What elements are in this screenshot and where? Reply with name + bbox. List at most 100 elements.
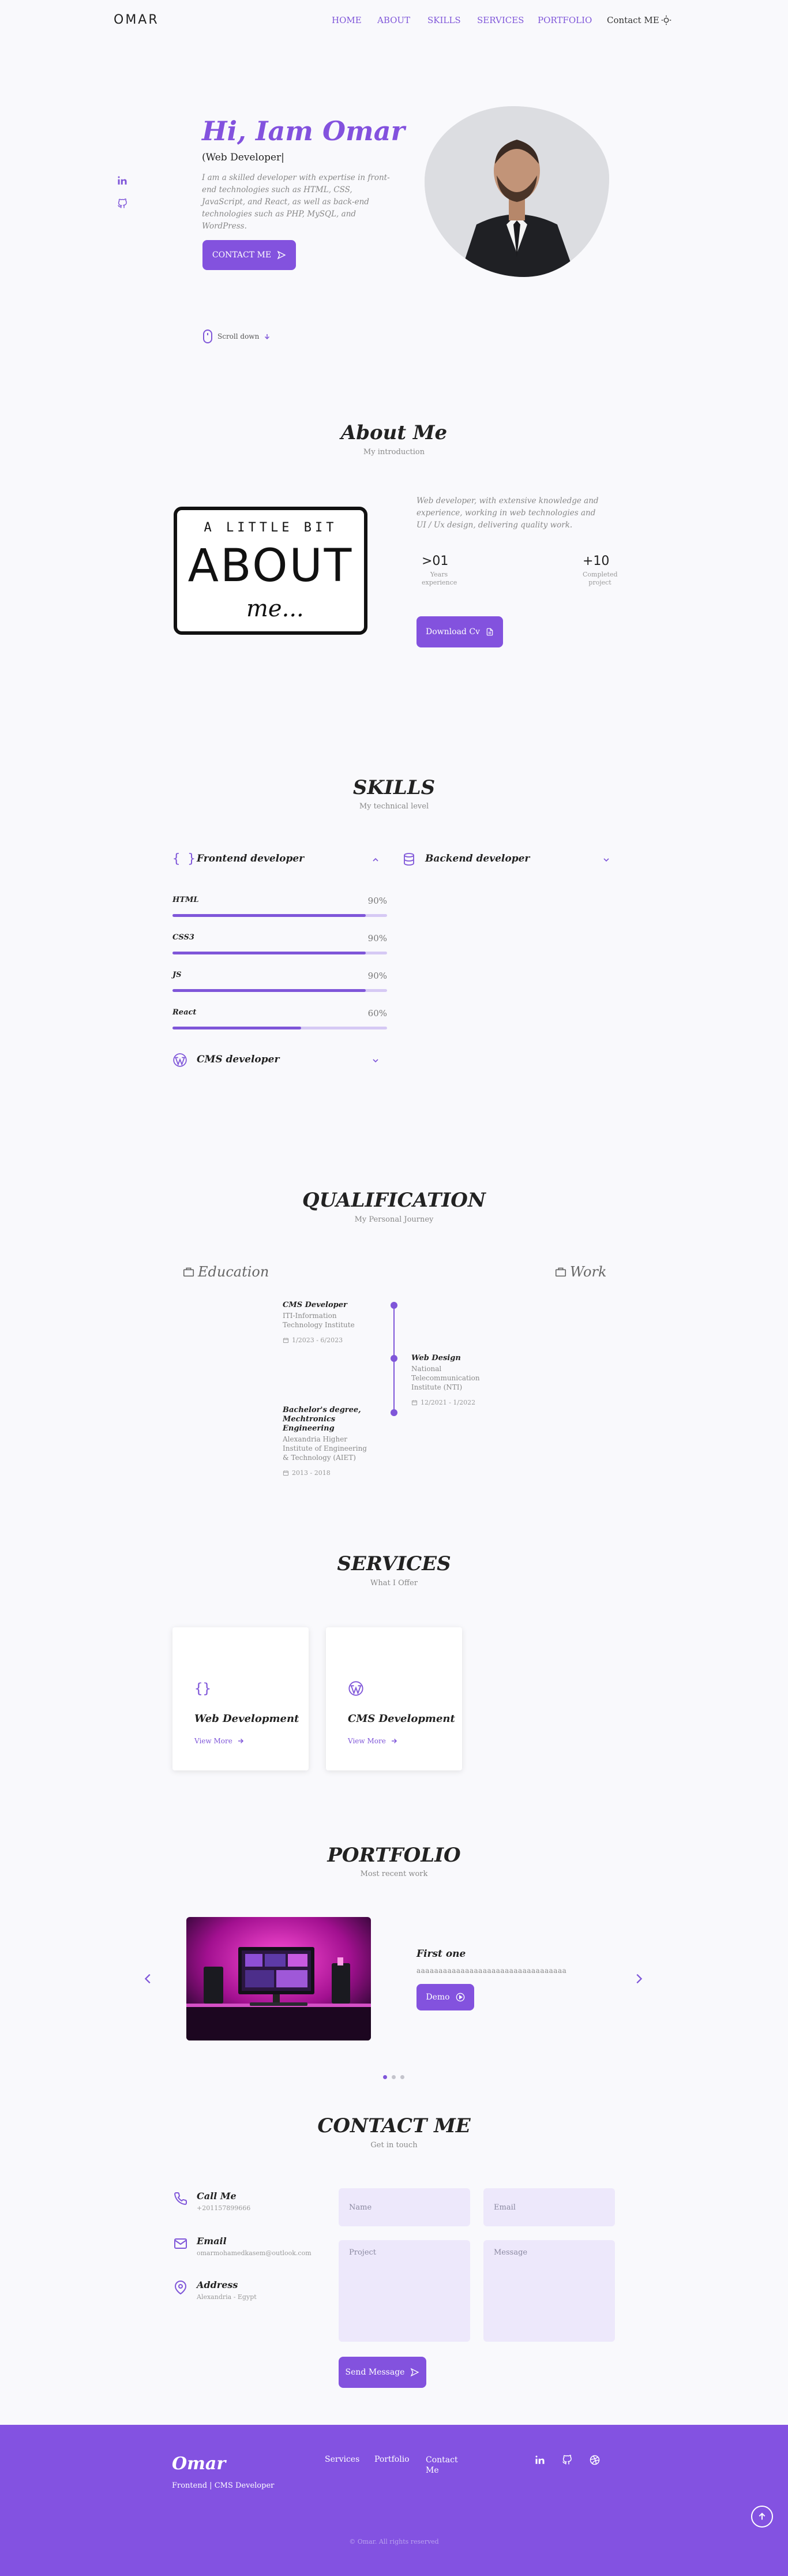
skill-bar xyxy=(172,914,387,917)
footer-link-services[interactable]: Services xyxy=(325,2455,359,2464)
calendar-icon xyxy=(283,1470,289,1476)
scroll-down-label: Scroll down xyxy=(217,332,260,340)
message-field[interactable] xyxy=(483,2240,615,2342)
contact-address-value: Alexandria - Egypt xyxy=(197,2293,257,2301)
contact-email-value[interactable]: omarmohamedkasem@outlook.com xyxy=(197,2249,312,2257)
footer: Omar Frontend | CMS Developer Services P… xyxy=(0,2425,788,2576)
chevron-down-icon[interactable] xyxy=(371,1056,380,1065)
project-title: First one xyxy=(416,1948,466,1960)
name-field[interactable] xyxy=(339,2188,470,2226)
name-input[interactable] xyxy=(339,2188,470,2226)
skills-subtitle: My technical level xyxy=(359,802,429,811)
carousel-next-button[interactable] xyxy=(632,1970,645,1987)
portrait-image xyxy=(425,106,609,277)
social-github-icon[interactable] xyxy=(117,199,127,209)
nav-contact[interactable]: Contact ME xyxy=(607,15,659,25)
skill-group-frontend-title: Frontend developer xyxy=(197,853,305,864)
view-more-link[interactable]: View More xyxy=(194,1737,244,1745)
entry-date-text: 1/2023 - 6/2023 xyxy=(292,1336,343,1344)
carousel-prev-button[interactable] xyxy=(142,1970,155,1987)
skill-percent: 60% xyxy=(367,1008,387,1019)
skill-percent: 90% xyxy=(367,971,387,981)
qualification-entry: CMS Developer ITI-Information Technology… xyxy=(283,1301,369,1344)
graduation-cap-icon xyxy=(183,1267,194,1277)
nav-about[interactable]: ABOUT xyxy=(377,15,410,25)
chevron-up-icon[interactable] xyxy=(371,855,380,864)
theme-toggle-icon[interactable] xyxy=(661,15,671,25)
portfolio-subtitle: Most recent work xyxy=(360,1870,428,1878)
tab-education-label: Education xyxy=(198,1264,269,1280)
email-input[interactable] xyxy=(483,2188,615,2226)
nav-portfolio[interactable]: PORTFOLIO xyxy=(538,15,592,25)
download-cv-label: Download Cv xyxy=(426,627,480,636)
about-subtitle: My introduction xyxy=(363,448,425,456)
arrow-right-icon xyxy=(238,1738,243,1744)
project-description: aaaaaaaaaaaaaaaaaaaaaaaaaaaaaaaaaa xyxy=(416,1967,567,1975)
carousel-dot[interactable] xyxy=(400,2075,404,2079)
footer-link-contact[interactable]: Contact Me xyxy=(426,2455,460,2476)
portfolio-title: PORTFOLIO xyxy=(327,1844,461,1867)
about-image-line3: me... xyxy=(246,596,304,622)
scroll-top-button[interactable] xyxy=(751,2506,773,2528)
stat-projects: +10 Completed project xyxy=(583,554,618,587)
scroll-down[interactable]: Scroll down xyxy=(202,329,271,344)
about-image: A LITTLE BIT ABOUT me... xyxy=(174,507,367,635)
social-linkedin-icon[interactable] xyxy=(117,175,127,186)
play-icon xyxy=(456,1993,464,2002)
service-card-web[interactable]: {} Web Development View More xyxy=(172,1627,309,1770)
arrow-up-icon xyxy=(759,2513,766,2520)
contact-me-button[interactable]: CONTACT ME xyxy=(202,240,296,270)
qualification-title: QUALIFICATION xyxy=(302,1189,486,1212)
tab-education[interactable]: Education xyxy=(182,1264,269,1280)
stat-projects-value: +10 xyxy=(583,554,610,568)
download-cv-button[interactable]: Download Cv xyxy=(416,616,503,647)
stat-years: >01 Years experience xyxy=(422,554,457,587)
nav-services[interactable]: SERVICES xyxy=(477,15,524,25)
contact-subtitle: Get in touch xyxy=(370,2141,418,2150)
chevron-down-icon[interactable] xyxy=(602,855,611,864)
demo-button[interactable]: Demo xyxy=(416,1984,474,2010)
entry-date: 12/2021 - 1/2022 xyxy=(411,1399,509,1406)
skill-name: HTML xyxy=(172,896,199,904)
stat-years-label: Years experience xyxy=(422,571,457,586)
mouse-icon xyxy=(203,330,212,343)
chevron-right-icon xyxy=(636,1974,643,1984)
entry-place: ITI-Information Technology Institute xyxy=(283,1312,355,1329)
footer-dribbble-icon[interactable] xyxy=(590,2455,600,2465)
skill-group-cms-title: CMS developer xyxy=(197,1054,280,1065)
skill-group-frontend[interactable]: { } Frontend developer xyxy=(172,851,387,871)
view-more-link[interactable]: View More xyxy=(348,1737,397,1745)
arrow-right-icon xyxy=(391,1738,397,1744)
skill-name: CSS3 xyxy=(172,933,194,942)
email-field[interactable] xyxy=(483,2188,615,2226)
services-subtitle: What I Offer xyxy=(370,1579,418,1587)
map-pin-icon xyxy=(174,2281,187,2294)
footer-linkedin-icon[interactable] xyxy=(535,2455,545,2465)
carousel-dot-active[interactable] xyxy=(383,2075,387,2079)
nav-skills[interactable]: SKILLS xyxy=(427,15,461,25)
skill-group-cms[interactable]: CMS developer xyxy=(172,1051,387,1072)
footer-link-portfolio[interactable]: Portfolio xyxy=(374,2455,410,2464)
view-more-label: View More xyxy=(348,1737,386,1745)
message-textarea[interactable] xyxy=(483,2240,615,2342)
send-message-button[interactable]: Send Message xyxy=(339,2357,426,2388)
skill-percent: 90% xyxy=(367,933,387,943)
skill-group-backend[interactable]: Backend developer xyxy=(402,851,617,871)
nav-home[interactable]: HOME xyxy=(332,15,362,25)
site-logo[interactable]: OMAR xyxy=(114,13,159,27)
carousel-dots xyxy=(383,2075,404,2079)
file-icon xyxy=(486,628,493,636)
project-field[interactable] xyxy=(339,2240,470,2342)
footer-github-icon[interactable] xyxy=(562,2455,572,2465)
carousel-dot[interactable] xyxy=(392,2075,396,2079)
service-title: CMS Development xyxy=(348,1713,455,1725)
calendar-icon xyxy=(283,1338,289,1343)
timeline-dot xyxy=(391,1409,397,1416)
skill-bar xyxy=(172,1027,387,1029)
tab-work[interactable]: Work xyxy=(554,1264,607,1280)
project-textarea[interactable] xyxy=(339,2240,470,2342)
skill-item-react: React 60% xyxy=(172,1008,387,1031)
contact-call-value[interactable]: +201157899666 xyxy=(197,2204,250,2212)
service-card-cms[interactable]: CMS Development View More xyxy=(326,1627,462,1770)
project-image xyxy=(186,1917,371,2040)
